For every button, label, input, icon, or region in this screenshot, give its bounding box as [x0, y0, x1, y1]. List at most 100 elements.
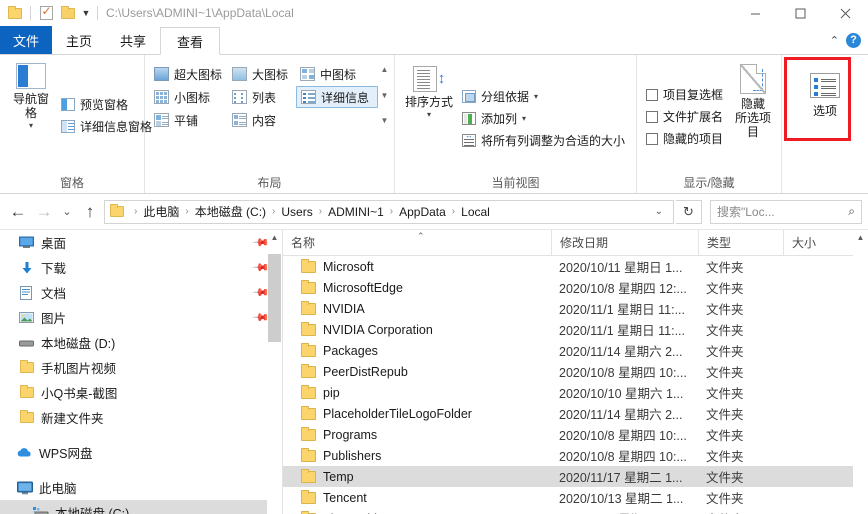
- cell-date: 2020/11/17 星期二 1...: [559, 471, 683, 485]
- breadcrumb-address-field[interactable]: › 此电脑 › 本地磁盘 (C:) › Users › ADMINI~1 › A…: [104, 199, 674, 224]
- sidebar-item-drive-d[interactable]: 本地磁盘 (D:): [0, 330, 282, 355]
- sidebar-item-this-pc[interactable]: 此电脑: [0, 475, 282, 500]
- close-icon[interactable]: [823, 0, 868, 26]
- file-name: NVIDIA Corporation: [323, 322, 433, 337]
- chevron-up-icon[interactable]: ⌃: [830, 34, 839, 47]
- maximize-icon[interactable]: [778, 0, 823, 26]
- properties-checklist-icon[interactable]: [35, 2, 57, 24]
- view-extra-large-icons[interactable]: 超大图标: [150, 63, 228, 85]
- view-medium-icons[interactable]: 中图标: [296, 63, 364, 85]
- view-details[interactable]: 详细信息: [296, 86, 378, 108]
- breadcrumb-item-0[interactable]: 此电脑: [141, 203, 181, 220]
- navigation-pane-scrollbar[interactable]: ▲: [267, 230, 282, 514]
- table-row[interactable]: TheWorld6 2020/10/8 星期四 10:... 文件夹: [283, 508, 868, 514]
- table-row[interactable]: Temp 2020/11/17 星期二 1... 文件夹: [283, 466, 868, 487]
- breadcrumb-item-2[interactable]: Users: [279, 205, 314, 219]
- table-row[interactable]: NVIDIA Corporation 2020/11/1 星期日 11:... …: [283, 319, 868, 340]
- scrollbar-thumb[interactable]: [268, 254, 281, 342]
- column-header-date[interactable]: 修改日期: [551, 230, 698, 256]
- table-row[interactable]: NVIDIA 2020/11/1 星期日 11:... 文件夹: [283, 298, 868, 319]
- table-row[interactable]: Packages 2020/11/14 星期六 2... 文件夹: [283, 340, 868, 361]
- preview-pane-button[interactable]: 预览窗格: [57, 93, 156, 115]
- table-row[interactable]: PlaceholderTileLogoFolder 2020/11/14 星期六…: [283, 403, 868, 424]
- sort-by-button[interactable]: ↕ 排序方式 ▾: [400, 60, 458, 173]
- cell-name: PeerDistRepub: [283, 361, 551, 382]
- file-extensions-option[interactable]: 文件扩展名: [642, 106, 727, 128]
- sidebar-item-documents[interactable]: 文档 📌: [0, 280, 282, 305]
- sidebar-item-new-folder[interactable]: 新建文件夹: [0, 405, 282, 430]
- view-list[interactable]: 列表: [228, 86, 296, 108]
- tab-file[interactable]: 文件: [0, 26, 53, 54]
- sort-by-label: 排序方式: [404, 95, 453, 109]
- size-all-columns-button[interactable]: 将所有列调整为合适的大小: [458, 129, 629, 151]
- view-tiles[interactable]: 平铺: [150, 109, 228, 131]
- scroll-up-arrow-icon[interactable]: ▲: [267, 230, 282, 245]
- folder-icon[interactable]: [4, 2, 26, 24]
- details-pane-button[interactable]: 详细信息窗格: [57, 115, 156, 137]
- scroll-up-arrow-icon[interactable]: ▲: [381, 65, 389, 74]
- cell-type: 文件夹: [706, 261, 744, 275]
- tab-view[interactable]: 查看: [160, 27, 221, 55]
- sidebar-item-xiaoq-screenshots[interactable]: 小Q书桌-截图: [0, 380, 282, 405]
- table-row[interactable]: Programs 2020/10/8 星期四 10:... 文件夹: [283, 424, 868, 445]
- group-by-button[interactable]: 分组依据 ▾: [458, 85, 629, 107]
- file-list-scrollbar[interactable]: ▲: [853, 230, 868, 514]
- customize-quick-access-caret[interactable]: ▼: [79, 2, 93, 24]
- cell-name: Microsoft: [283, 256, 551, 277]
- table-row[interactable]: MicrosoftEdge 2020/10/8 星期四 12:... 文件夹: [283, 277, 868, 298]
- pictures-icon: [18, 311, 35, 324]
- checkbox-icon[interactable]: [646, 88, 658, 101]
- item-checkboxes-option[interactable]: 项目复选框: [642, 84, 727, 106]
- hidden-items-option[interactable]: 隐藏的项目: [642, 128, 727, 150]
- tab-share[interactable]: 共享: [106, 26, 160, 54]
- hide-selected-items-button[interactable]: 隐藏 所选项目: [727, 60, 779, 173]
- cell-type: 文件夹: [706, 282, 744, 296]
- breadcrumb-item-3[interactable]: ADMINI~1: [326, 205, 386, 219]
- table-row[interactable]: Tencent 2020/10/13 星期二 1... 文件夹: [283, 487, 868, 508]
- sidebar-item-phone-media[interactable]: 手机图片视频: [0, 355, 282, 380]
- sidebar-item-local-disk-c[interactable]: 本地磁盘 (C:): [0, 500, 282, 514]
- new-folder-icon[interactable]: [57, 2, 79, 24]
- expand-gallery-icon[interactable]: ▼: [381, 116, 389, 125]
- search-magnifier-icon[interactable]: ⌕: [848, 204, 855, 219]
- breadcrumb-item-5[interactable]: Local: [459, 205, 492, 219]
- checkbox-icon[interactable]: [646, 110, 658, 123]
- view-large-icons[interactable]: 大图标: [228, 63, 296, 85]
- breadcrumb-item-1[interactable]: 本地磁盘 (C:): [193, 203, 268, 220]
- scroll-up-arrow-icon[interactable]: ▲: [853, 230, 868, 245]
- table-row[interactable]: Microsoft 2020/10/11 星期日 1... 文件夹: [283, 256, 868, 277]
- refresh-icon[interactable]: ↻: [676, 199, 702, 224]
- back-arrow-icon[interactable]: ←: [6, 200, 30, 224]
- scroll-down-arrow-icon[interactable]: ▼: [381, 91, 389, 100]
- search-input[interactable]: 搜索"Loc... ⌕: [710, 199, 862, 224]
- sidebar-item-desktop[interactable]: 桌面 📌: [0, 230, 282, 255]
- view-small-icons[interactable]: 小图标: [150, 86, 228, 108]
- table-row[interactable]: pip 2020/10/10 星期六 1... 文件夹: [283, 382, 868, 403]
- chevron-down-icon[interactable]: ⌄: [649, 206, 669, 217]
- column-header-name[interactable]: 名称 ⌃: [283, 230, 551, 256]
- breadcrumb-item-4[interactable]: AppData: [397, 205, 448, 219]
- tab-home[interactable]: 主页: [52, 26, 106, 54]
- recent-locations-caret-icon[interactable]: ⌄: [58, 200, 76, 224]
- add-columns-button[interactable]: 添加列 ▾: [458, 107, 629, 129]
- folder-icon: [18, 410, 35, 423]
- sidebar-item-pictures[interactable]: 图片 📌: [0, 305, 282, 330]
- up-arrow-icon[interactable]: ↑: [78, 200, 102, 224]
- checkbox-icon[interactable]: [646, 132, 658, 145]
- layout-gallery-scrollbar[interactable]: ▲ ▼ ▼: [380, 63, 389, 127]
- help-icon[interactable]: ?: [846, 32, 861, 48]
- folder-icon: [301, 321, 316, 336]
- column-header-type[interactable]: 类型: [698, 230, 783, 256]
- table-row[interactable]: PeerDistRepub 2020/10/8 星期四 10:... 文件夹: [283, 361, 868, 382]
- breadcrumb-separator: ›: [389, 206, 394, 217]
- sidebar-item-wps-cloud[interactable]: WPS网盘: [0, 440, 282, 465]
- minimize-icon[interactable]: [733, 0, 778, 26]
- view-content[interactable]: 内容: [228, 109, 296, 131]
- breadcrumb-separator: ›: [185, 206, 189, 217]
- table-row[interactable]: Publishers 2020/10/8 星期四 10:... 文件夹: [283, 445, 868, 466]
- view-label: 详细信息: [321, 90, 370, 105]
- navigation-pane-button[interactable]: 导航窗格 ▾: [5, 57, 57, 173]
- forward-arrow-icon[interactable]: →: [32, 200, 56, 224]
- sidebar-item-downloads[interactable]: 下载 📌: [0, 255, 282, 280]
- options-button[interactable]: 选项: [794, 67, 856, 173]
